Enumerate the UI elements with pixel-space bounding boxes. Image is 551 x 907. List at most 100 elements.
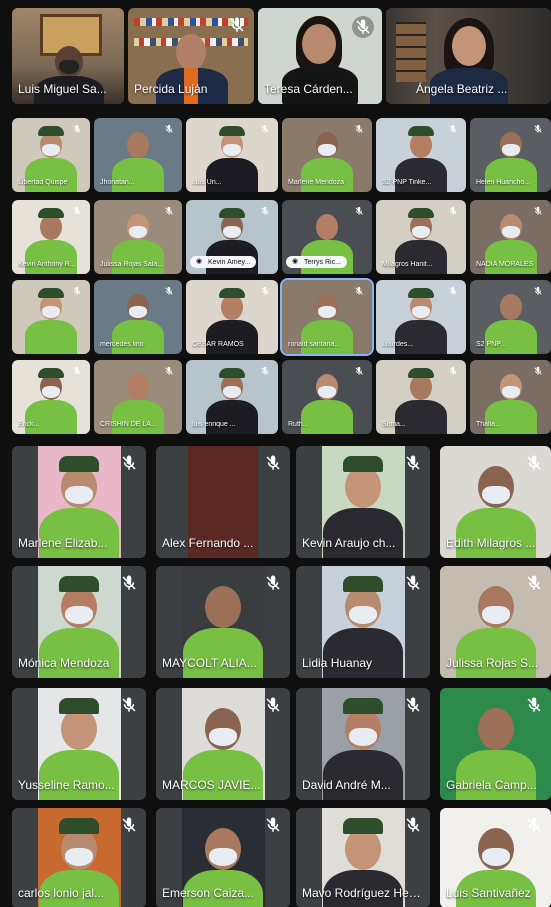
- participant-tile[interactable]: Sonia...: [376, 360, 466, 434]
- participant-tile[interactable]: [12, 280, 90, 354]
- participant-tile[interactable]: Luis Un...: [186, 118, 278, 192]
- participant-name: Gabriela Camp...: [446, 778, 537, 792]
- participant-tile[interactable]: Lidia Huanay: [296, 566, 430, 678]
- participant-body: [112, 320, 164, 354]
- participant-face: [302, 24, 336, 64]
- participant-body: [39, 628, 119, 678]
- police-cap: [38, 288, 64, 298]
- face-mask: [65, 486, 93, 504]
- participant-tile[interactable]: Julissa Rojas S...: [440, 566, 551, 678]
- participant-tile[interactable]: S2 PNP...: [470, 280, 551, 354]
- police-cap: [343, 456, 383, 472]
- participant-face: [452, 26, 486, 66]
- participant-tile[interactable]: Gabriela Camp...: [440, 688, 551, 800]
- participant-name: MAYCOLT ALIA...: [162, 656, 257, 670]
- face-mask: [42, 386, 60, 398]
- participant-tile[interactable]: Marlene Elizab...: [12, 446, 146, 558]
- participant-tile[interactable]: carlos lonio jal...: [12, 808, 146, 907]
- video-call-screen: Luis Miguel Sa... Percida Luján Teresa C…: [0, 0, 551, 907]
- participant-head: [176, 34, 206, 70]
- participant-body: [206, 158, 258, 192]
- participant-tile[interactable]: ronald santana...: [280, 278, 374, 356]
- participant-head: [127, 374, 149, 400]
- participant-name-pill: ◉ Kevin Amey...: [190, 256, 257, 268]
- participant-name: luis enrique ...: [192, 421, 236, 428]
- participant-body: [484, 158, 537, 192]
- police-cap: [38, 368, 64, 378]
- police-cap: [408, 288, 434, 298]
- participant-body: [39, 508, 119, 558]
- participant-tile[interactable]: Lourdes...: [376, 280, 466, 354]
- mic-off-icon: [122, 575, 136, 590]
- participant-name: Yusseline Ramo...: [18, 778, 115, 792]
- participant-tile[interactable]: Kevin Anthony R...: [12, 200, 90, 274]
- top-participant-row: Luis Miguel Sa... Percida Luján Teresa C…: [0, 0, 551, 112]
- participant-tile[interactable]: CESAR RAMOS: [186, 280, 278, 354]
- mic-off-icon: [122, 697, 136, 712]
- participant-tile[interactable]: Luis Santivañez: [440, 808, 551, 907]
- participant-body: [455, 628, 536, 678]
- participant-body: [183, 750, 263, 800]
- participant-tile[interactable]: Yusseline Ramo...: [12, 688, 146, 800]
- participant-tile[interactable]: Libertad Quispe: [12, 118, 90, 192]
- participant-body: [323, 628, 403, 678]
- mic-off-icon: [406, 455, 420, 470]
- participant-body: [455, 508, 536, 558]
- participant-tile[interactable]: mercedes lino: [94, 280, 182, 354]
- participant-tile[interactable]: Mavo Rodríguez Herr...: [296, 808, 430, 907]
- participant-tile[interactable]: Helen Huancho...: [470, 118, 551, 192]
- mic-off-icon: [266, 455, 280, 470]
- participant-tile[interactable]: Kevin Araujo ch...: [296, 446, 430, 558]
- participant-tile[interactable]: Edith Milagros ...: [440, 446, 551, 558]
- participant-body: [301, 320, 353, 354]
- participant-name: Julissa Rojas Sala...: [100, 261, 164, 268]
- participant-tile[interactable]: Marlene Mendoza: [282, 118, 372, 192]
- participant-tile[interactable]: Ruth...: [282, 360, 372, 434]
- mic-off-icon: [534, 286, 542, 295]
- participant-tile[interactable]: Percida Luján: [128, 8, 254, 104]
- participant-tile[interactable]: Luis Miguel Sa...: [12, 8, 124, 104]
- mic-off-icon: [406, 575, 420, 590]
- participant-tile[interactable]: Erick...: [12, 360, 90, 434]
- participant-body: [395, 240, 447, 274]
- participant-tile[interactable]: MAYCOLT ALIA...: [156, 566, 290, 678]
- participant-tile[interactable]: Mónica Mendoza: [12, 566, 146, 678]
- participant-tile[interactable]: CRISHIN DE LA...: [94, 360, 182, 434]
- mic-off-icon: [122, 817, 136, 832]
- participant-tile[interactable]: MARCOS JAVIE...: [156, 688, 290, 800]
- participant-tile[interactable]: Thalia...: [470, 360, 551, 434]
- mic-off-icon: [527, 697, 541, 712]
- face-mask: [42, 144, 60, 156]
- participant-name-pill: ◉ Terrys Ric...: [286, 256, 347, 268]
- participant-tile[interactable]: Milagros Hanit...: [376, 200, 466, 274]
- participant-tile[interactable]: S2 PNP Tinke...: [376, 118, 466, 192]
- participant-tile[interactable]: NADIA MORALES: [470, 200, 551, 274]
- participant-tile[interactable]: Ángela Beatriz ...: [386, 8, 551, 104]
- participant-tile[interactable]: luis enrique ...: [186, 360, 278, 434]
- participant-body: [301, 158, 353, 192]
- mic-off-icon: [527, 575, 541, 590]
- participant-tile[interactable]: David André M...: [296, 688, 430, 800]
- participant-tile[interactable]: Jhonatan...: [94, 118, 182, 192]
- face-mask: [481, 486, 510, 504]
- participant-tile[interactable]: ◉ Kevin Amey...: [186, 200, 278, 274]
- participant-tile[interactable]: Julissa Rojas Sala...: [94, 200, 182, 274]
- mic-off-icon: [266, 575, 280, 590]
- face-mask: [223, 144, 241, 156]
- mic-off-icon: [122, 455, 136, 470]
- face-mask: [209, 848, 237, 866]
- participant-head: [61, 708, 97, 750]
- participant-tile[interactable]: ◉ Terrys Ric...: [282, 200, 372, 274]
- mic-off-icon: [406, 817, 420, 832]
- participant-name: Emerson Caiza...: [162, 886, 255, 900]
- participant-head: [127, 132, 149, 158]
- shelf: [396, 22, 426, 82]
- participant-tile[interactable]: Alex Fernando ...: [156, 446, 290, 558]
- participant-tile[interactable]: Emerson Caiza...: [156, 808, 290, 907]
- face-mask: [65, 848, 93, 866]
- participant-name: Lourdes...: [382, 341, 414, 348]
- participant-tile[interactable]: Teresa Cárden...: [258, 8, 382, 104]
- face-mask: [129, 306, 147, 318]
- mic-off-icon: [266, 817, 280, 832]
- face-mask: [501, 386, 520, 398]
